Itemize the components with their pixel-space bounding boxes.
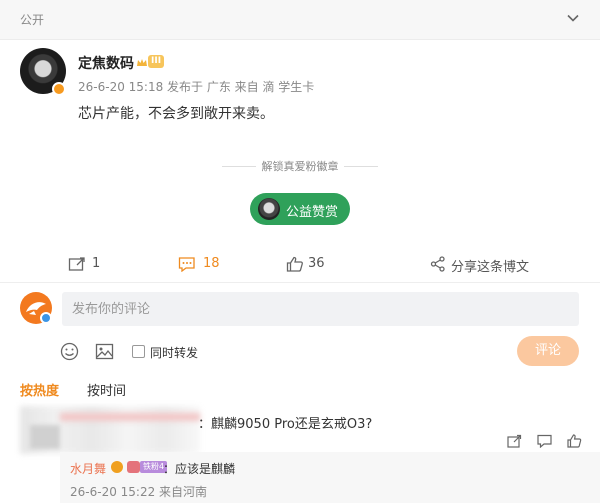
repost-action[interactable]: 1 (68, 255, 128, 275)
repost-comment-icon[interactable] (507, 433, 522, 452)
repost-count: 1 (92, 256, 101, 271)
like-count: 36 (308, 256, 325, 271)
reply-author-name[interactable]: 水月舞 (70, 460, 106, 477)
comment-input[interactable] (62, 292, 579, 326)
blurred-commenter-name (60, 413, 200, 421)
comment-action[interactable]: 18 (178, 255, 238, 275)
reply-comment-icon[interactable] (537, 433, 552, 452)
verified-badge-icon (52, 82, 66, 96)
comment-count: 18 (203, 256, 220, 271)
fan-heart-icon (127, 461, 140, 473)
post-text: 芯片产能，不会多到敞开来卖。 (78, 106, 274, 122)
comment-text: ：麒麟9050 Pro还是玄戒O3? (198, 417, 373, 432)
submit-comment-button[interactable]: 评论 (517, 336, 579, 366)
blurred-commenter-avatar (30, 425, 60, 449)
like-icon (286, 256, 303, 272)
verified-v-icon (111, 461, 123, 473)
author-name[interactable]: 定焦数码 (78, 53, 134, 73)
chevron-down-icon[interactable] (566, 10, 580, 29)
repost-checkbox[interactable] (132, 345, 145, 358)
share-label: 分享这条博文 (451, 260, 530, 275)
sort-by-hot-tab[interactable]: 按热度 (20, 380, 59, 399)
emoji-icon[interactable] (60, 342, 79, 365)
repost-icon (68, 257, 85, 271)
share-action[interactable]: 分享这条博文 (430, 255, 540, 275)
reward-button[interactable]: 公益赞赏 (250, 193, 350, 225)
visibility-bar: 公开 (0, 0, 600, 40)
verified-badge-icon (40, 312, 52, 324)
like-comment-icon[interactable] (567, 433, 582, 452)
unlock-badge-label[interactable]: 解锁真爱粉徽章 (0, 158, 600, 174)
like-action[interactable]: 36 (286, 255, 346, 275)
comment-icon (178, 257, 195, 272)
reply-text: ：应该是麒麟 (163, 462, 236, 476)
share-icon (430, 256, 445, 272)
post-meta: 26-6-20 15:18 发布于 广东 来自 滴 学生卡 (78, 80, 315, 94)
sort-by-time-tab[interactable]: 按时间 (87, 380, 126, 399)
reward-button-label: 公益赞赏 (286, 205, 339, 220)
visibility-label: 公开 (20, 13, 45, 27)
divider-line-right (344, 166, 378, 167)
repost-checkbox-label[interactable]: 同时转发 (150, 344, 198, 361)
section-divider (0, 282, 600, 283)
level-badge: III (148, 55, 165, 68)
crown-icon (136, 54, 148, 73)
reply-meta: 26-6-20 15:22 来自河南 (70, 485, 208, 499)
reward-avatar (258, 198, 280, 220)
image-icon[interactable] (95, 342, 114, 365)
